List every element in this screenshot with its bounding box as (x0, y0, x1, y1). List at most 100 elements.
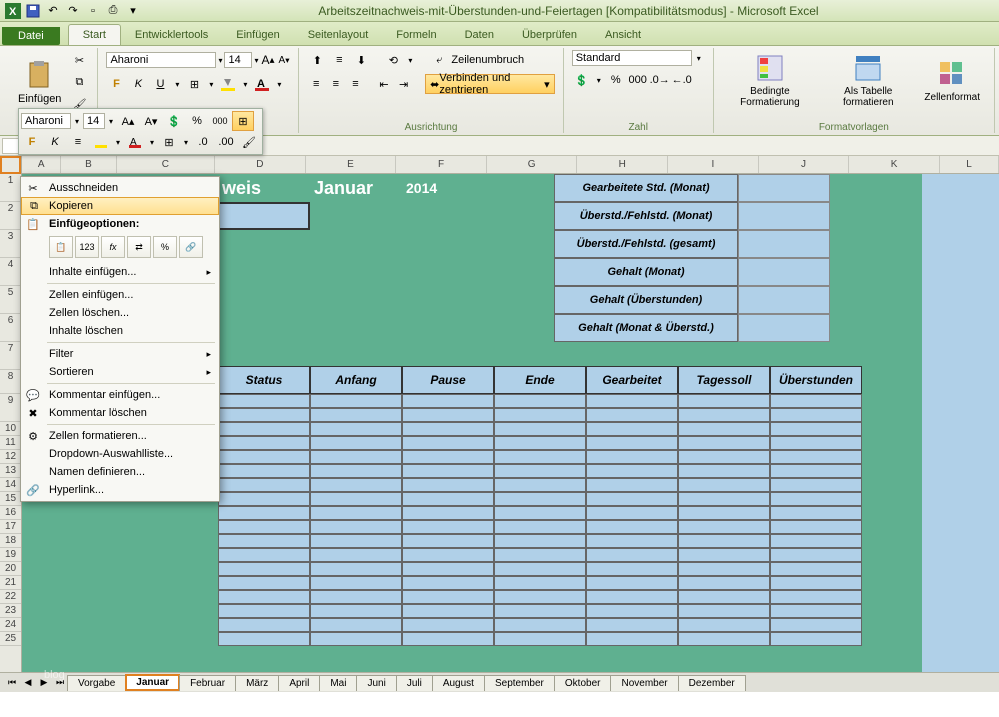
table-cell[interactable] (586, 464, 678, 478)
table-cell[interactable] (402, 576, 494, 590)
mini-dec-icon[interactable]: .0 (192, 132, 214, 152)
tab-developer[interactable]: Entwicklertools (121, 25, 222, 45)
table-cell[interactable] (218, 604, 310, 618)
paste-link-icon[interactable]: 🔗 (179, 236, 203, 258)
cm-cut[interactable]: ✂Ausschneiden (21, 179, 219, 197)
paste-transpose-icon[interactable]: ⇄ (127, 236, 151, 258)
table-cell[interactable] (494, 632, 586, 646)
col-header-b[interactable]: B (61, 156, 116, 173)
table-cell[interactable] (218, 464, 310, 478)
paste-formula-icon[interactable]: fx (101, 236, 125, 258)
table-cell[interactable] (678, 436, 770, 450)
col-header-a[interactable]: A (22, 156, 61, 173)
cm-copy[interactable]: ⧉Kopieren (21, 197, 219, 215)
table-cell[interactable] (586, 436, 678, 450)
table-cell[interactable] (494, 604, 586, 618)
table-cell[interactable] (310, 436, 402, 450)
table-cell[interactable] (218, 534, 310, 548)
table-cell[interactable] (310, 576, 402, 590)
table-cell[interactable] (678, 520, 770, 534)
cut-icon[interactable]: ✂ (69, 50, 89, 70)
sheet-tab-april[interactable]: April (278, 675, 320, 691)
row-header-8[interactable]: 8 (0, 370, 21, 394)
row-header-22[interactable]: 22 (0, 590, 21, 604)
table-cell[interactable] (494, 422, 586, 436)
bold-button[interactable]: F (106, 74, 126, 94)
col-header-l[interactable]: L (940, 156, 999, 173)
table-cell[interactable] (586, 562, 678, 576)
table-cell[interactable] (770, 408, 862, 422)
table-cell[interactable] (770, 492, 862, 506)
table-cell[interactable] (310, 618, 402, 632)
table-cell[interactable] (770, 422, 862, 436)
col-header-k[interactable]: K (849, 156, 940, 173)
cell-styles-button[interactable]: Zellenformat (918, 56, 986, 105)
table-cell[interactable] (678, 478, 770, 492)
sheet-tab-dezember[interactable]: Dezember (678, 675, 746, 691)
mini-shrink-font-icon[interactable]: A▾ (140, 111, 162, 131)
print-icon[interactable]: ⎙ (104, 2, 122, 20)
table-cell[interactable] (770, 562, 862, 576)
table-cell[interactable] (402, 548, 494, 562)
align-top-icon[interactable]: ⬆ (307, 50, 327, 70)
table-cell[interactable] (586, 534, 678, 548)
table-cell[interactable] (494, 506, 586, 520)
tab-nav-first-icon[interactable]: ⏮ (4, 675, 20, 691)
table-cell[interactable] (770, 632, 862, 646)
table-cell[interactable] (218, 562, 310, 576)
tab-data[interactable]: Daten (451, 25, 508, 45)
table-cell[interactable] (770, 590, 862, 604)
shrink-font-icon[interactable]: A▾ (278, 50, 291, 70)
mini-italic-button[interactable]: K (44, 132, 66, 152)
table-cell[interactable] (310, 478, 402, 492)
mini-currency-icon[interactable]: 💲 (163, 111, 185, 131)
row-header-17[interactable]: 17 (0, 520, 21, 534)
table-cell[interactable] (218, 548, 310, 562)
table-cell[interactable] (586, 506, 678, 520)
sheet-tab-juni[interactable]: Juni (356, 675, 396, 691)
font-family-select[interactable] (106, 52, 216, 68)
table-cell[interactable] (218, 394, 310, 408)
table-cell[interactable] (402, 534, 494, 548)
cm-delete-cells[interactable]: Zellen löschen... (21, 304, 219, 322)
table-cell[interactable] (402, 506, 494, 520)
undo-icon[interactable]: ↶ (44, 2, 62, 20)
decrease-indent-icon[interactable]: ⇤ (375, 74, 393, 94)
wrap-text-icon[interactable]: ⤶ (429, 50, 449, 70)
mini-painter-icon[interactable]: 🖌 (238, 132, 260, 152)
cm-insert-comment[interactable]: 💬Kommentar einfügen... (21, 386, 219, 404)
info-value-1[interactable] (738, 202, 830, 230)
increase-decimal-icon[interactable]: .0→ (650, 70, 670, 90)
sheet-tab-maerz[interactable]: März (235, 675, 279, 691)
table-cell[interactable] (310, 534, 402, 548)
paste-values-icon[interactable]: 123 (75, 236, 99, 258)
table-cell[interactable] (586, 394, 678, 408)
table-cell[interactable] (770, 450, 862, 464)
col-header-f[interactable]: F (396, 156, 487, 173)
table-cell[interactable] (678, 506, 770, 520)
cm-dropdown-list[interactable]: Dropdown-Auswahlliste... (21, 445, 219, 463)
decrease-decimal-icon[interactable]: ←.0 (672, 70, 692, 90)
table-cell[interactable] (310, 506, 402, 520)
row-header-20[interactable]: 20 (0, 562, 21, 576)
cm-define-name[interactable]: Namen definieren... (21, 463, 219, 481)
tab-view[interactable]: Ansicht (591, 25, 655, 45)
font-color-icon[interactable]: A (252, 74, 272, 94)
table-cell[interactable] (218, 450, 310, 464)
table-cell[interactable] (770, 436, 862, 450)
table-cell[interactable] (310, 604, 402, 618)
table-cell[interactable] (770, 520, 862, 534)
table-cell[interactable] (310, 464, 402, 478)
table-cell[interactable] (586, 520, 678, 534)
table-cell[interactable] (678, 422, 770, 436)
row-header-3[interactable]: 3 (0, 230, 21, 258)
excel-icon[interactable]: X (4, 2, 22, 20)
paste-all-icon[interactable]: 📋 (49, 236, 73, 258)
table-cell[interactable] (678, 618, 770, 632)
table-cell[interactable] (402, 562, 494, 576)
cm-hyperlink[interactable]: 🔗Hyperlink... (21, 481, 219, 499)
cm-delete-comment[interactable]: ✖Kommentar löschen (21, 404, 219, 422)
italic-button[interactable]: K (128, 74, 148, 94)
align-center-icon[interactable]: ≡ (327, 74, 345, 94)
table-cell[interactable] (218, 520, 310, 534)
